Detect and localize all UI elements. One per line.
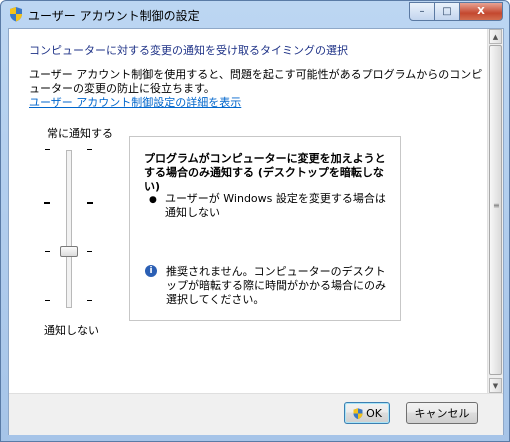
details-link[interactable]: ユーザー アカウント制御設定の詳細を表示 (29, 94, 241, 110)
uac-shield-icon (10, 7, 22, 22)
close-button[interactable]: X (460, 2, 503, 21)
ok-button-label: OK (366, 406, 382, 420)
slider-thumb[interactable] (60, 246, 78, 257)
uac-settings-window: ユーザー アカウント制御の設定 – □ X コンピューターに対する変更の通知を受… (0, 0, 510, 442)
slider-tick (87, 149, 92, 150)
slider-tick (45, 149, 50, 150)
slider-tick (45, 251, 50, 252)
scroll-up-button[interactable]: ▲ (489, 29, 502, 44)
setting-description-panel: プログラムがコンピューターに変更を加えようとする場合のみ通知する (デスクトップ… (129, 136, 401, 321)
maximize-button[interactable]: □ (435, 2, 460, 21)
scroll-down-button[interactable]: ▼ (489, 378, 502, 393)
panel-title: プログラムがコンピューターに変更を加えようとする場合のみ通知する (デスクトップ… (144, 152, 386, 193)
caption-buttons: – □ X (409, 2, 503, 21)
vertical-scrollbar[interactable]: ▲ ≡ ▼ (487, 29, 503, 393)
cancel-button-label: キャンセル (414, 407, 470, 420)
dialog-footer: OK キャンセル (9, 393, 503, 435)
page-heading: コンピューターに対する変更の通知を受け取るタイミングの選択 (29, 44, 348, 57)
settings-content: コンピューターに対する変更の通知を受け取るタイミングの選択 ユーザー アカウント… (9, 29, 487, 393)
slider-tick (87, 202, 93, 204)
slider-bottom-label: 通知しない (44, 324, 99, 337)
cancel-button[interactable]: キャンセル (406, 402, 478, 424)
slider-track[interactable] (66, 150, 72, 308)
bullet-icon: ● (149, 195, 157, 205)
bullet-text: ユーザーが Windows 設定を変更する場合は通知しない (165, 192, 386, 219)
dialog-client-area: コンピューターに対する変更の通知を受け取るタイミングの選択 ユーザー アカウント… (8, 28, 504, 435)
window-title: ユーザー アカウント制御の設定 (28, 9, 200, 23)
title-bar[interactable]: ユーザー アカウント制御の設定 – □ X (1, 1, 509, 27)
minimize-button[interactable]: – (409, 2, 435, 21)
description-text: ユーザー アカウント制御を使用すると、問題を起こす可能性があるプログラムからのコ… (29, 68, 483, 95)
scrollbar-thumb[interactable]: ≡ (489, 45, 502, 375)
slider-tick (44, 202, 50, 204)
slider-tick (87, 300, 92, 301)
uac-shield-icon (353, 407, 363, 419)
slider-top-label: 常に通知する (47, 127, 113, 140)
slider-tick (45, 300, 50, 301)
info-icon: i (145, 265, 157, 277)
ok-button[interactable]: OK (344, 402, 390, 424)
scrollbar-grip-icon: ≡ (493, 201, 500, 210)
info-text: 推奨されません。コンピューターのデスクトップが暗転する際に時間がかかる場合にのみ… (166, 265, 386, 306)
slider-tick (87, 251, 92, 252)
